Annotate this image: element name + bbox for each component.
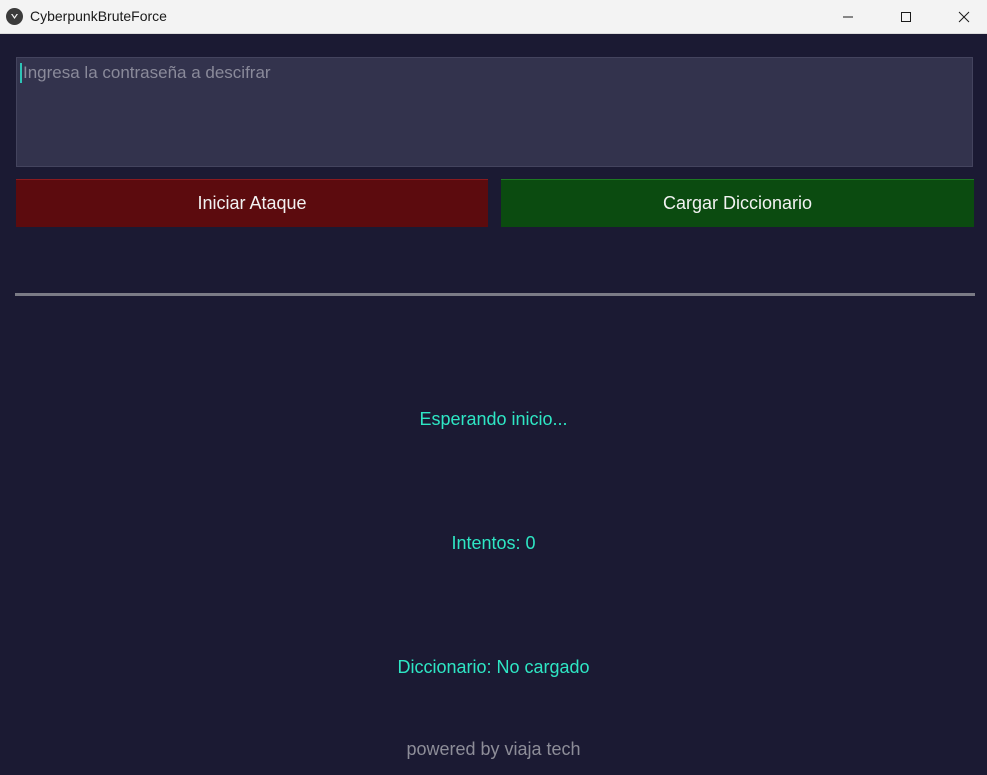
load-dictionary-button[interactable]: Cargar Diccionario [501,179,974,227]
close-icon [958,11,970,22]
start-attack-button[interactable]: Iniciar Ataque [16,179,488,227]
minimize-button[interactable] [819,0,877,33]
password-input-placeholder: Ingresa la contraseña a descifrar [23,63,271,82]
password-input[interactable]: Ingresa la contraseña a descifrar [16,57,973,167]
footer-credit: powered by viaja tech [406,739,581,759]
status-message: Esperando inicio... [419,409,568,429]
close-button[interactable] [935,0,987,33]
maximize-button[interactable] [877,0,935,33]
kivy-app-icon [6,8,23,25]
window-title: CyberpunkBruteForce [30,8,167,24]
maximize-icon [901,11,911,22]
window-titlebar: CyberpunkBruteForce [0,0,987,34]
text-caret [20,63,22,83]
attempts-counter: Intentos: 0 [451,533,536,553]
dictionary-status: Diccionario: No cargado [397,657,590,677]
minimize-icon [843,16,853,17]
progress-bar [15,293,975,296]
